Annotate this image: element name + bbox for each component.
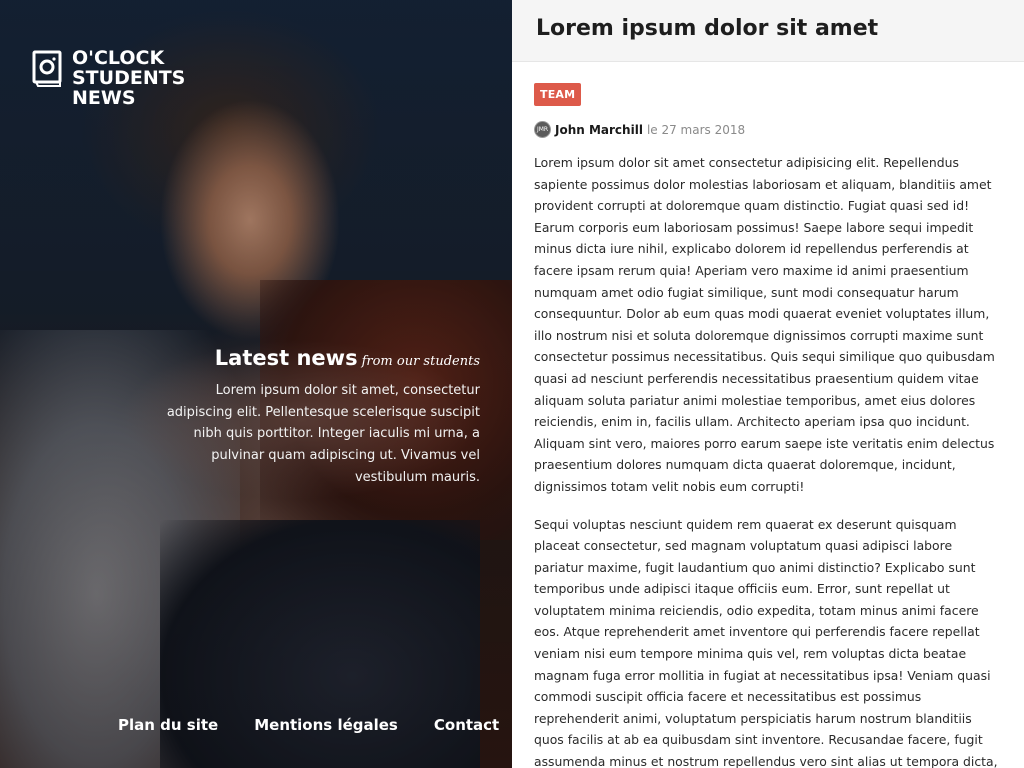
site-logo-text: O'CLOCK STUDENTS NEWS	[72, 48, 185, 108]
category-tag[interactable]: TEAM	[534, 83, 582, 106]
article-paragraph: Lorem ipsum dolor sit amet consectetur a…	[534, 155, 995, 494]
hero-heading: Latest news from our students	[160, 346, 480, 370]
logo-line: STUDENTS	[72, 67, 186, 89]
logo-line: O'CLOCK	[72, 47, 165, 69]
hero-section: O'CLOCK STUDENTS NEWS Latest news from o…	[0, 0, 512, 768]
article-meta: JMR John Marchill le 27 mars 2018	[534, 121, 1002, 138]
article-header: Lorem ipsum dolor sit amet	[512, 0, 1024, 62]
article-paragraph: Sequi voluptas nesciunt quidem rem quaer…	[534, 516, 998, 768]
site-logo[interactable]: O'CLOCK STUDENTS NEWS	[32, 48, 185, 108]
article-title: Lorem ipsum dolor sit amet	[536, 16, 879, 41]
footer-link-legal[interactable]: Mentions légales	[254, 716, 398, 734]
hero-title: Latest news	[214, 346, 358, 370]
logo-line: NEWS	[72, 87, 136, 109]
author-avatar: JMR	[534, 121, 551, 138]
article: Lorem ipsum dolor sit amet TEAM JMR John…	[512, 0, 1024, 768]
article-body: TEAM JMR John Marchill le 27 mars 2018 L…	[512, 62, 1024, 768]
footer-link-contact[interactable]: Contact	[434, 716, 499, 734]
publish-date: le 27 mars 2018	[646, 122, 746, 137]
hero-subtitle: from our students	[361, 354, 480, 369]
hero-intro: Latest news from our students Lorem ipsu…	[160, 346, 480, 489]
author-name[interactable]: John Marchill	[555, 123, 643, 137]
footer-link-sitemap[interactable]: Plan du site	[118, 716, 218, 734]
hero-description: Lorem ipsum dolor sit amet, consectetur …	[166, 383, 480, 485]
notepad-camera-icon	[32, 50, 62, 88]
footer-nav: Plan du site Mentions légales Contact	[118, 716, 499, 734]
